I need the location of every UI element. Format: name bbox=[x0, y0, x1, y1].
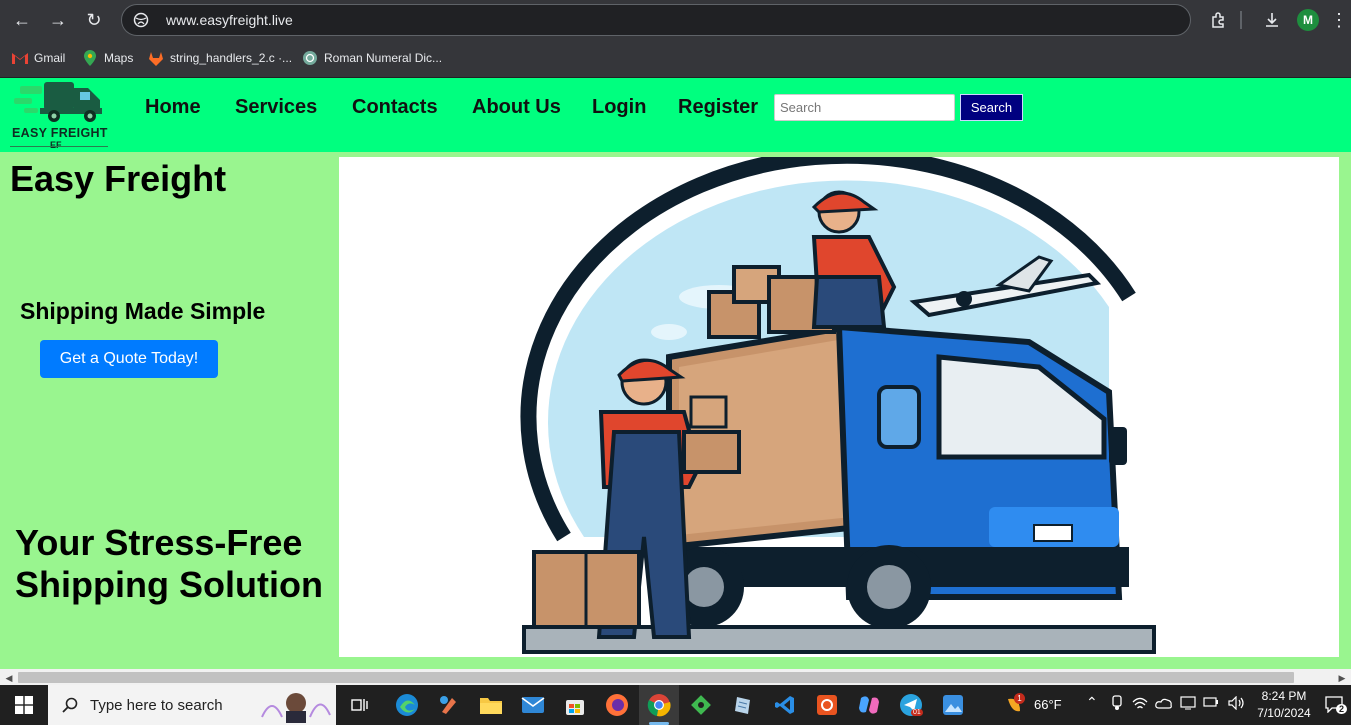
show-hidden-icons-icon[interactable]: ⌃ bbox=[1086, 694, 1098, 711]
weather-icon[interactable]: 1 bbox=[1000, 691, 1028, 719]
display-icon[interactable] bbox=[1180, 696, 1196, 713]
chatgpt-icon bbox=[302, 50, 318, 66]
back-icon[interactable]: ← bbox=[8, 6, 36, 34]
url-text: www.easyfreight.live bbox=[166, 12, 293, 28]
bookmark-label: Gmail bbox=[34, 51, 66, 65]
scroll-left-icon[interactable]: ◀ bbox=[3, 672, 15, 684]
wifi-icon[interactable] bbox=[1132, 697, 1148, 714]
taskbar-search-placeholder: Type here to search bbox=[90, 696, 223, 714]
git-icon[interactable] bbox=[687, 691, 715, 719]
battery-icon[interactable] bbox=[1203, 696, 1219, 711]
slogan-line-2: Shipping Solution bbox=[15, 564, 323, 605]
web-page: EASY FREIGHT EF Home Services Contacts A… bbox=[0, 78, 1351, 669]
download-icon[interactable] bbox=[1258, 6, 1286, 34]
horizontal-scrollbar[interactable]: ◀ ▶ bbox=[0, 669, 1351, 685]
telegram-icon[interactable]: 01 bbox=[897, 691, 925, 719]
slogan-line-1: Your Stress-Free bbox=[15, 522, 303, 563]
truck-logo-icon bbox=[14, 82, 102, 122]
bookmarks-bar: Gmail Maps string_handlers_2.c ·... Roma… bbox=[0, 40, 1351, 78]
chrome-icon[interactable] bbox=[645, 691, 673, 719]
bookmark-label: Maps bbox=[104, 51, 134, 65]
site-info-icon[interactable] bbox=[132, 11, 150, 29]
taskbar-search-box[interactable]: Type here to search bbox=[48, 685, 336, 725]
maps-icon bbox=[82, 50, 98, 66]
windows-start-icon[interactable] bbox=[0, 685, 48, 725]
search-highlight-icon bbox=[260, 687, 332, 723]
edge-icon[interactable] bbox=[393, 691, 421, 719]
bookmark-maps[interactable]: Maps bbox=[82, 48, 133, 68]
bookmark-label: string_handlers_2.c ·... bbox=[170, 51, 293, 65]
site-search-input[interactable] bbox=[774, 94, 955, 121]
more-menu-icon[interactable]: ⋮ bbox=[1330, 6, 1348, 34]
logo-subtext: EF bbox=[50, 140, 62, 150]
task-view-icon[interactable] bbox=[346, 691, 374, 719]
hero-illustration bbox=[339, 157, 1339, 657]
delivery-truck-illustration bbox=[520, 157, 1156, 654]
brand-heading: Easy Freight bbox=[10, 158, 227, 199]
volume-icon[interactable] bbox=[1228, 695, 1246, 713]
bookmark-gmail[interactable]: Gmail bbox=[12, 48, 65, 68]
ubuntu-icon[interactable] bbox=[813, 691, 841, 719]
bookmark-gitlab[interactable]: string_handlers_2.c ·... bbox=[148, 48, 292, 68]
paint-icon[interactable] bbox=[435, 691, 463, 719]
photos-icon[interactable] bbox=[939, 691, 967, 719]
store-icon[interactable] bbox=[561, 691, 589, 719]
windows-taskbar: Type here to search 01 1 66°F ⌃ 8:24 PM … bbox=[0, 685, 1351, 725]
reload-icon[interactable]: ↻ bbox=[80, 6, 108, 34]
nav-about-us[interactable]: About Us bbox=[472, 96, 561, 119]
site-search-button[interactable]: Search bbox=[960, 94, 1023, 121]
gitlab-icon bbox=[148, 50, 164, 66]
clock-date[interactable]: 7/10/2024 bbox=[1254, 706, 1314, 720]
mail-icon[interactable] bbox=[519, 691, 547, 719]
gmail-icon bbox=[12, 50, 28, 66]
weather-badge: 1 bbox=[1014, 693, 1025, 704]
logo-text: EASY FREIGHT bbox=[12, 126, 108, 140]
nav-home[interactable]: Home bbox=[145, 96, 201, 119]
site-logo[interactable]: EASY FREIGHT EF bbox=[10, 78, 110, 150]
forward-icon[interactable]: → bbox=[44, 6, 72, 34]
tagline: Shipping Made Simple bbox=[20, 298, 266, 324]
telegram-badge: 01 bbox=[911, 709, 923, 716]
address-bar[interactable]: www.easyfreight.live bbox=[121, 4, 1191, 36]
notes-icon[interactable] bbox=[729, 691, 757, 719]
profile-avatar[interactable]: M bbox=[1297, 9, 1319, 31]
bookmark-label: Roman Numeral Dic... bbox=[324, 51, 443, 65]
notification-badge: 2 bbox=[1336, 704, 1348, 714]
scroll-right-icon[interactable]: ▶ bbox=[1336, 672, 1348, 684]
firefox-icon[interactable] bbox=[603, 691, 631, 719]
logo-underline bbox=[10, 146, 108, 147]
nav-contacts[interactable]: Contacts bbox=[352, 96, 438, 119]
slogan: Your Stress-Free Shipping Solution bbox=[15, 522, 323, 606]
onedrive-icon[interactable] bbox=[1155, 697, 1173, 712]
site-header: EASY FREIGHT EF Home Services Contacts A… bbox=[0, 78, 1351, 152]
nav-services[interactable]: Services bbox=[235, 96, 317, 119]
toolbar-divider bbox=[1240, 11, 1242, 29]
nav-login[interactable]: Login bbox=[592, 96, 646, 119]
clock-time[interactable]: 8:24 PM bbox=[1259, 689, 1309, 703]
browser-toolbar: ← → ↻ www.easyfreight.live M ⋮ bbox=[0, 0, 1351, 40]
nav-register[interactable]: Register bbox=[678, 96, 758, 119]
hero-text-column: Easy Freight Shipping Made Simple Get a … bbox=[0, 152, 338, 669]
vscode-icon[interactable] bbox=[771, 691, 799, 719]
notification-icon[interactable]: 2 bbox=[1324, 695, 1348, 716]
get-quote-button[interactable]: Get a Quote Today! bbox=[40, 340, 218, 378]
search-icon bbox=[62, 697, 78, 713]
copilot-icon[interactable] bbox=[855, 691, 883, 719]
extensions-icon[interactable] bbox=[1206, 6, 1232, 34]
bookmark-chatgpt[interactable]: Roman Numeral Dic... bbox=[302, 48, 442, 68]
meet-now-icon[interactable] bbox=[1110, 695, 1124, 714]
scrollbar-thumb[interactable] bbox=[18, 672, 1294, 683]
file-explorer-icon[interactable] bbox=[477, 691, 505, 719]
weather-temp[interactable]: 66°F bbox=[1034, 697, 1062, 712]
